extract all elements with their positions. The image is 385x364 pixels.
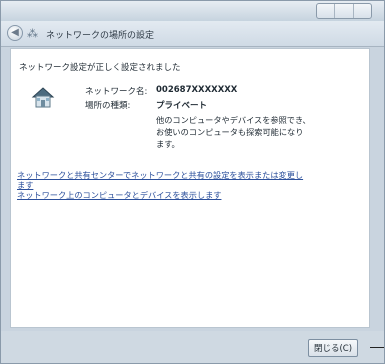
content-panel: ネットワーク設定が正しく設定されました ネットワーク名: 002687XXXXX… — [10, 48, 370, 328]
network-name-value: 002687XXXXXXX — [156, 85, 238, 95]
close-button[interactable]: 閉じる(C) — [308, 339, 358, 357]
footer-bar: 閉じる(C) — [1, 331, 384, 363]
back-arrow-icon[interactable]: ◀ — [7, 25, 23, 41]
window-controls — [316, 3, 372, 19]
link-sharing-center-continued[interactable]: ます — [17, 180, 33, 190]
network-name-label: ネットワーク名: — [85, 87, 148, 97]
link-sharing-center[interactable]: ネットワークと共有センターでネットワークと共有の設定を表示または変更し — [17, 170, 303, 180]
window-title: ネットワークの場所の設定 — [46, 31, 155, 41]
navigation-bar: ◀ ⁂ ネットワークの場所の設定 — [1, 21, 384, 47]
close-window-button[interactable] — [354, 4, 371, 18]
maximize-button[interactable] — [335, 4, 354, 18]
link-view-devices[interactable]: ネットワーク上のコンピュータとデバイスを表示します — [17, 190, 221, 200]
location-type-value: プライベート — [156, 101, 208, 111]
network-location-window: ◀ ⁂ ネットワークの場所の設定 ネットワーク設定が正しく設定されました ネット… — [0, 0, 385, 364]
house-icon — [31, 87, 55, 108]
network-icon: ⁂ — [27, 27, 38, 40]
minimize-button[interactable] — [317, 4, 336, 18]
callout-line — [370, 347, 384, 348]
location-description: 他のコンピュータやデバイスを参照でき、お使いのコンピュータも探索可能になります。 — [156, 115, 311, 149]
status-message: ネットワーク設定が正しく設定されました — [19, 63, 181, 73]
location-type-label: 場所の種類: — [85, 101, 131, 111]
title-bar — [1, 1, 384, 21]
